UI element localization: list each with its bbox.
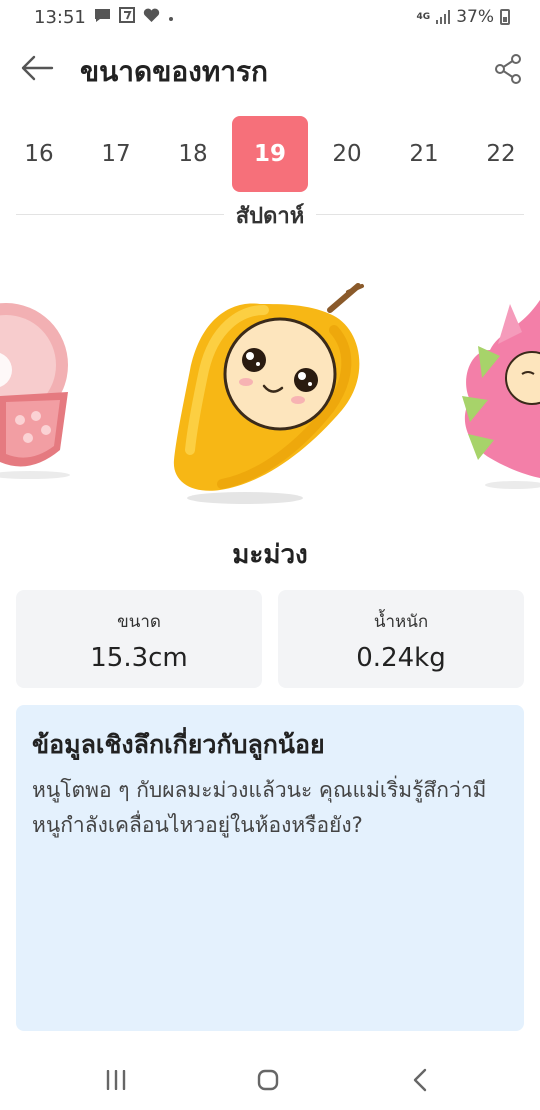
week-item[interactable]: 20 xyxy=(309,116,385,192)
app-bar: ขนาดของทารก xyxy=(0,40,540,98)
status-time: 13:51 xyxy=(34,6,86,28)
share-icon[interactable] xyxy=(494,54,522,84)
week-item[interactable]: 21 xyxy=(386,116,462,192)
system-nav-bar xyxy=(0,1050,540,1110)
size-value: 15.3cm xyxy=(90,643,188,673)
status-bar: 13:51 4G 37% xyxy=(0,0,540,34)
week-item[interactable]: 22 xyxy=(463,116,539,192)
size-card: ขนาด 15.3cm xyxy=(16,590,262,688)
size-label: ขนาด xyxy=(117,612,161,632)
fruit-name: มะม่วง xyxy=(232,540,308,570)
week-selector: 16 17 18 19 20 21 22 xyxy=(0,116,540,194)
week-label: สัปดาห์ xyxy=(223,204,317,229)
week-item[interactable]: 16 xyxy=(1,116,77,192)
week-item[interactable]: 17 xyxy=(78,116,154,192)
insight-title: ข้อมูลเชิงลึกเกี่ยวกับลูกน้อย xyxy=(32,730,325,759)
battery-icon xyxy=(500,9,510,25)
status-right: 4G 37% xyxy=(417,7,510,27)
back-arrow-icon[interactable] xyxy=(20,54,54,82)
weight-label: น้ำหนัก xyxy=(373,612,429,632)
message-icon xyxy=(94,8,111,27)
battery-percent: 37% xyxy=(456,7,494,27)
dot-icon xyxy=(168,8,174,26)
nav-back-icon[interactable] xyxy=(410,1068,430,1092)
week-item-selected[interactable]: 19 xyxy=(232,116,308,192)
week-item[interactable]: 18 xyxy=(155,116,231,192)
week-label-wrapper: สัปดาห์ xyxy=(0,198,540,233)
dragonfruit-image xyxy=(462,300,540,489)
seven-eleven-icon xyxy=(118,7,135,27)
insight-card: ข้อมูลเชิงลึกเกี่ยวกับลูกน้อย หนูโตพอ ๆ … xyxy=(16,705,524,1031)
heart-icon xyxy=(143,8,160,27)
fruit-carousel[interactable] xyxy=(0,270,540,510)
pomegranate-image xyxy=(0,303,70,479)
weight-card: น้ำหนัก 0.24kg xyxy=(278,590,524,688)
home-icon[interactable] xyxy=(257,1069,279,1091)
network-type: 4G xyxy=(416,11,431,22)
status-left: 13:51 xyxy=(34,7,174,28)
weight-value: 0.24kg xyxy=(356,643,446,673)
recent-apps-icon[interactable] xyxy=(104,1069,128,1091)
insight-text: หนูโตพอ ๆ กับผลมะม่วงแล้วนะ คุณแม่เริ่มร… xyxy=(32,778,487,837)
page-title: ขนาดของทารก xyxy=(80,55,268,88)
signal-icon xyxy=(436,10,451,24)
mango-image xyxy=(173,283,364,504)
